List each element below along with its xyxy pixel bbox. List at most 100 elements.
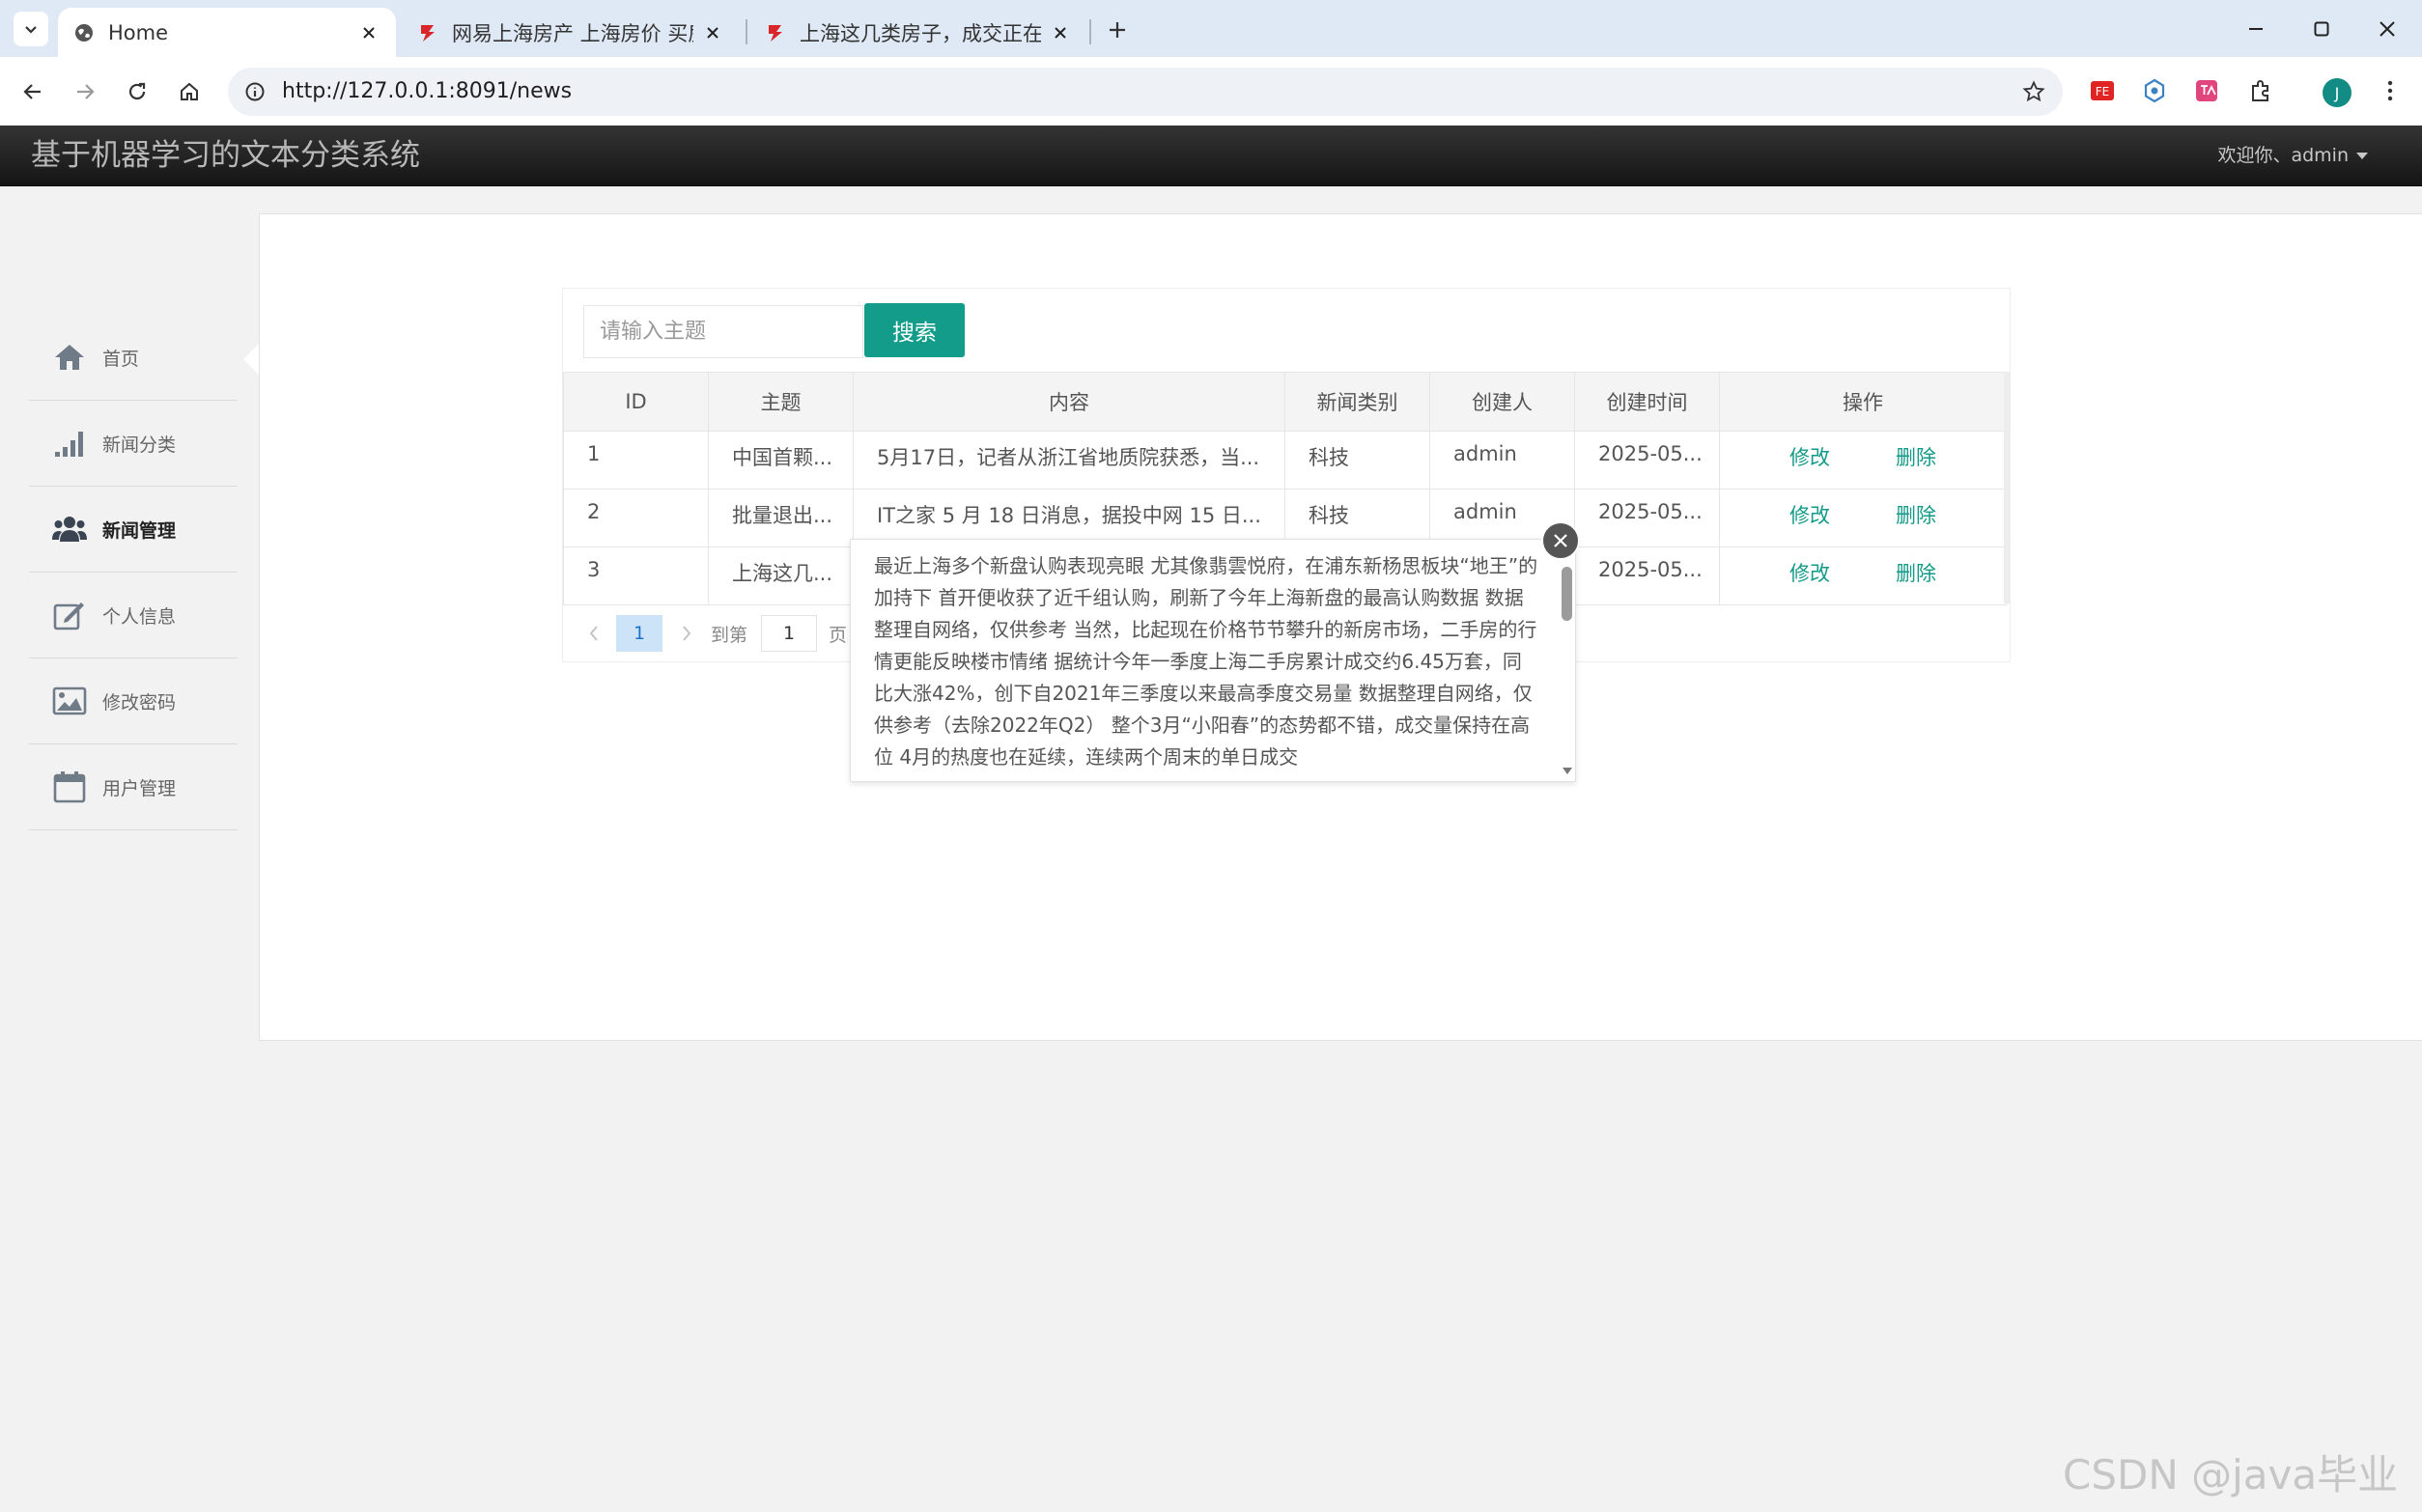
subject-search-input[interactable] (583, 305, 863, 358)
new-tab-button[interactable] (1101, 14, 1134, 46)
tooltip-close-button[interactable] (1541, 521, 1580, 560)
browser-toolbar: http://127.0.0.1:8091/news FE J (0, 57, 2422, 126)
search-button[interactable]: 搜索 (864, 303, 965, 357)
column-header-creator[interactable]: 创建人 (1429, 372, 1575, 432)
close-window-button[interactable] (2368, 10, 2407, 48)
caret-down-icon (2356, 153, 2368, 159)
close-tab-icon[interactable] (701, 21, 724, 44)
maximize-icon (2314, 21, 2329, 37)
image-icon (52, 684, 87, 718)
tab-home[interactable]: Home (58, 8, 396, 57)
cell-subject: 中国首颗... (708, 431, 854, 490)
content-tooltip: 最近上海多个新盘认购表现亮眼 尤其像翡雲悦府，在浦东新杨思板块“地王”的加持下 … (850, 539, 1576, 782)
tooltip-text: 最近上海多个新盘认购表现亮眼 尤其像翡雲悦府，在浦东新杨思板块“地王”的加持下 … (874, 554, 1538, 769)
cell-created: 2025-05... (1574, 546, 1720, 605)
plus-icon (1110, 22, 1125, 38)
cell-id: 1 (563, 431, 709, 490)
sidebar: 首页 新闻分类 新闻管理 个人信息 修改密码 用户管理 (29, 315, 238, 830)
prev-page-button[interactable] (577, 615, 610, 652)
app-title: 基于机器学习的文本分类系统 (31, 138, 420, 173)
column-header-category[interactable]: 新闻类别 (1284, 372, 1430, 432)
sidebar-item-label: 修改密码 (102, 691, 177, 714)
tab-separator (1089, 19, 1091, 44)
cell-id: 2 (563, 489, 709, 547)
browser-menu-icon[interactable] (2374, 74, 2407, 107)
close-icon (2380, 21, 2395, 37)
delete-link[interactable]: 删除 (1896, 446, 1936, 469)
table-header-row: ID 主题 内容 新闻类别 创建人 创建时间 操作 (563, 372, 2007, 432)
close-tab-icon[interactable] (1049, 21, 1072, 44)
active-indicator (243, 344, 259, 375)
svg-text:FE: FE (2096, 85, 2109, 98)
goto-label: 到第 (711, 624, 748, 646)
chevron-right-icon (683, 626, 691, 641)
pagination: 1 到第 1 页 (577, 614, 847, 653)
column-header-actions: 操作 (1719, 372, 2007, 432)
edit-link[interactable]: 修改 (1789, 446, 1830, 469)
next-page-button[interactable] (670, 615, 703, 652)
sidebar-item-home[interactable]: 首页 (29, 315, 238, 401)
column-header-id[interactable]: ID (563, 372, 709, 432)
watermark: CSDN @java毕业 (2063, 1451, 2399, 1498)
column-header-created[interactable]: 创建时间 (1574, 372, 1720, 432)
column-header-subject[interactable]: 主题 (708, 372, 854, 432)
sidebar-item-label: 新闻管理 (102, 519, 177, 542)
page-number-current[interactable]: 1 (616, 615, 662, 652)
address-bar[interactable]: http://127.0.0.1:8091/news (228, 68, 2063, 116)
close-tab-icon[interactable] (357, 21, 380, 44)
tab-shanghai-house[interactable]: 上海这几类房子，成交正在快速 (749, 8, 1087, 57)
bookmark-star-icon[interactable] (2020, 78, 2047, 105)
delete-link[interactable]: 删除 (1896, 504, 1936, 527)
reload-icon (128, 82, 146, 100)
cell-content[interactable]: 5月17日，记者从浙江省地质院获悉，当... (853, 431, 1285, 490)
sidebar-item-label: 个人信息 (102, 605, 177, 628)
sidebar-item-label: 新闻分类 (102, 434, 177, 456)
maximize-button[interactable] (2302, 10, 2341, 48)
cell-actions: 修改 删除 (1719, 431, 2007, 490)
cell-actions: 修改 删除 (1719, 489, 2007, 547)
sidebar-item-news-category[interactable]: 新闻分类 (29, 401, 238, 487)
sidebar-item-user-management[interactable]: 用户管理 (29, 744, 238, 830)
home-icon (181, 82, 198, 100)
site-info-icon[interactable] (241, 78, 268, 105)
tab-title: 上海这几类房子，成交正在快速 (800, 21, 1041, 45)
scrollbar-thumb[interactable] (1562, 567, 1572, 621)
netease-icon (417, 22, 438, 43)
tooltip-scrollbar[interactable] (1558, 540, 1575, 781)
sidebar-item-news-management[interactable]: 新闻管理 (29, 487, 238, 573)
chevron-down-icon (25, 26, 37, 34)
sidebar-item-change-password[interactable]: 修改密码 (29, 658, 238, 744)
cell-created: 2025-05... (1574, 431, 1720, 490)
edit-icon (52, 598, 87, 632)
scroll-down-arrow-icon[interactable] (1562, 766, 1573, 775)
reload-button[interactable] (118, 72, 156, 111)
column-header-content[interactable]: 内容 (853, 372, 1285, 432)
close-icon (1554, 534, 1567, 547)
back-button[interactable] (14, 72, 52, 111)
user-menu[interactable]: 欢迎你、admin (2217, 126, 2368, 186)
extension-hex-icon[interactable] (2138, 74, 2171, 107)
tab-netease-house[interactable]: 网易上海房产 上海房价 买房 (402, 8, 740, 57)
forward-button[interactable] (66, 72, 104, 111)
minimize-button[interactable] (2237, 10, 2275, 48)
url-text: http://127.0.0.1:8091/news (282, 79, 573, 103)
minimize-icon (2249, 28, 2263, 30)
chevron-left-icon (589, 626, 598, 641)
cell-creator: admin (1429, 431, 1575, 490)
home-icon (52, 340, 87, 375)
edit-link[interactable]: 修改 (1789, 562, 1830, 585)
delete-link[interactable]: 删除 (1896, 562, 1936, 585)
profile-avatar[interactable]: J (2323, 78, 2352, 107)
goto-page-input[interactable]: 1 (761, 615, 818, 652)
tab-search-button[interactable] (14, 12, 48, 46)
extensions-puzzle-icon[interactable] (2244, 74, 2277, 107)
table-scrollbar[interactable] (2004, 372, 2010, 603)
cell-id: 3 (563, 546, 709, 605)
sidebar-item-profile[interactable]: 个人信息 (29, 573, 238, 658)
home-button[interactable] (170, 72, 209, 111)
welcome-text: 欢迎你、admin (2217, 145, 2349, 166)
edit-link[interactable]: 修改 (1789, 504, 1830, 527)
extension-fe-icon[interactable]: FE (2086, 74, 2119, 107)
extension-translate-icon[interactable] (2190, 74, 2223, 107)
arrow-right-icon (77, 84, 95, 99)
